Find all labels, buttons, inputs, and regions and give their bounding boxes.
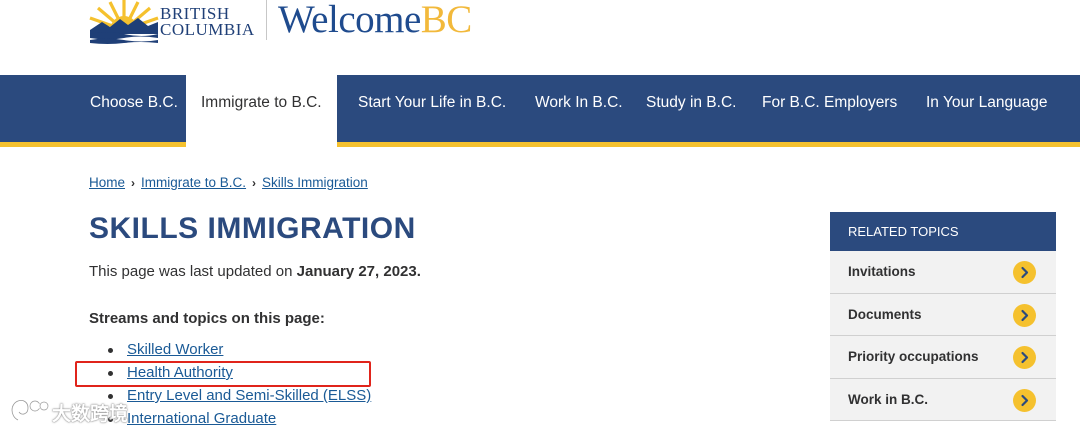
province-wordmark: BRITISH COLUMBIA [160,5,255,39]
chevron-right-circle-icon [1013,261,1036,284]
chevron-right-circle-icon [1013,388,1036,412]
watermark-logo-icon [10,399,50,422]
last-updated-date: January 27, 2023. [296,263,421,280]
related-topic-label: Invitations [848,264,916,279]
related-topics-header: RELATED TOPICS [830,212,1056,251]
logo-divider [266,0,267,40]
bc-sun-logo-icon [89,0,159,44]
chevron-right-icon: › [131,176,136,190]
chevron-right-icon: › [252,176,257,190]
related-topic-label: Documents [848,306,922,322]
chevron-right-circle-icon [1013,346,1036,369]
streams-heading: Streams and topics on this page: [89,310,325,327]
site-name-main: Welcome [278,0,421,41]
main-nav: Choose B.C. Immigrate to B.C. Start Your… [0,75,1080,147]
related-topic-work-in-bc[interactable]: Work in B.C. [830,378,1056,421]
chevron-right-circle-icon [1013,303,1036,327]
page-title: SKILLS IMMIGRATION [89,212,416,245]
nav-immigrate-to-bc[interactable]: Immigrate to B.C. [186,75,337,147]
site-name-accent: BC [420,0,473,41]
related-topic-documents[interactable]: Documents [830,293,1056,336]
nav-start-your-life[interactable]: Start Your Life in B.C. [358,75,506,142]
breadcrumb: Home › Immigrate to B.C. › Skills Immigratio… [89,175,368,190]
related-topics-panel: RELATED TOPICS Invitations Documents Pri… [830,212,1056,421]
nav-study-in-bc[interactable]: Study in B.C. [646,75,736,142]
related-topic-label: Priority occupations [848,349,979,364]
related-topic-invitations[interactable]: Invitations [830,251,1056,294]
watermark: 大数跨境 [8,396,158,426]
nav-choose-bc[interactable]: Choose B.C. [90,75,178,142]
related-topic-label: Work in B.C. [848,391,929,407]
stream-link-skilled-worker[interactable]: Skilled Worker [127,341,223,358]
list-item: Skilled Worker [108,340,371,363]
last-updated-prefix: This page was last updated on [89,263,297,280]
site-logo[interactable]: BRITISH COLUMBIA WelcomeBC [88,0,488,50]
wordmark-line-2: COLUMBIA [160,20,255,39]
related-topic-priority-occupations[interactable]: Priority occupations [830,336,1056,379]
breadcrumb-immigrate[interactable]: Immigrate to B.C. [141,175,246,190]
stream-link-elss[interactable]: Entry Level and Semi-Skilled (ELSS) [127,387,371,404]
breadcrumb-skills-immigration[interactable]: Skills Immigration [262,175,368,190]
nav-work-in-bc[interactable]: Work In B.C. [535,75,623,142]
breadcrumb-home[interactable]: Home [89,175,125,190]
last-updated: This page was last updated on January 27… [89,263,421,280]
nav-employers[interactable]: For B.C. Employers [762,75,897,142]
nav-in-your-language[interactable]: In Your Language [926,75,1048,142]
watermark-text: 大数跨境 [52,404,129,425]
highlight-annotation-box [75,361,371,387]
site-name: WelcomeBC [278,0,472,42]
